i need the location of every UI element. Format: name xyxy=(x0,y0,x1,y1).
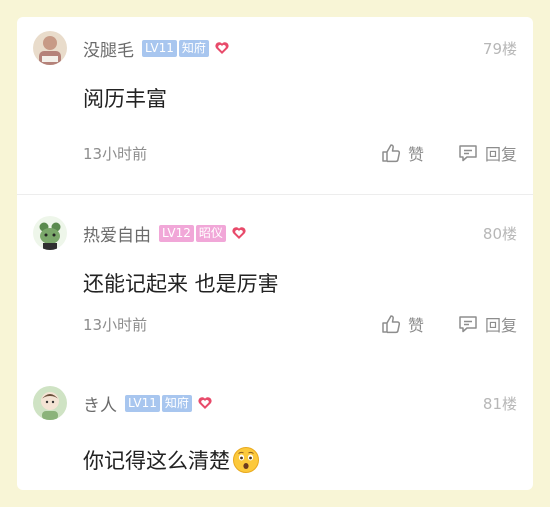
heart-icon xyxy=(232,227,246,239)
username[interactable]: 没腿毛 xyxy=(83,36,134,61)
reply-button[interactable]: 回复 xyxy=(457,141,517,165)
avatar[interactable] xyxy=(33,216,67,250)
user-meta: 没腿毛 LV11 知府 xyxy=(83,36,230,61)
comment-list: 没腿毛 LV11 知府 79楼 阅历丰富 13小时前 赞 回复 热爱自由 LV1… xyxy=(17,17,533,490)
avatar-image xyxy=(33,386,67,420)
astonished-face-icon xyxy=(233,447,259,473)
title-badge: 知府 xyxy=(161,394,192,412)
avatar-image xyxy=(33,31,67,65)
comment-item: 没腿毛 LV11 知府 79楼 阅历丰富 13小时前 赞 回复 xyxy=(17,17,533,194)
reply-comment-icon xyxy=(459,145,477,162)
thumbs-up-icon xyxy=(382,315,401,334)
comment-footer: 13小时前 赞 回复 xyxy=(83,311,517,337)
like-label: 赞 xyxy=(407,145,424,164)
avatar[interactable] xyxy=(33,386,67,420)
comment-item: き人 LV11 知府 81楼 你记得这么清楚 xyxy=(17,365,533,490)
comment-text: 阅历丰富 xyxy=(83,87,167,111)
username[interactable]: 热爱自由 xyxy=(83,221,151,246)
title-badge: 昭仪 xyxy=(195,224,226,242)
level-badge: LV11 xyxy=(125,394,160,412)
floor-number: 80楼 xyxy=(482,225,517,243)
reply-comment-icon xyxy=(459,316,477,333)
thumbs-up-icon xyxy=(382,144,401,163)
level-badge: LV12 xyxy=(159,224,194,242)
comment-text-body: 你记得这么清楚 xyxy=(83,449,230,473)
timestamp: 13小时前 xyxy=(83,144,148,163)
avatar[interactable] xyxy=(33,31,67,65)
heart-icon xyxy=(215,42,229,54)
floor-number: 81楼 xyxy=(482,395,517,413)
floor-number: 79楼 xyxy=(482,40,517,58)
username[interactable]: き人 xyxy=(83,391,117,416)
comment-text: 你记得这么清楚 xyxy=(83,445,260,475)
avatar-image xyxy=(33,216,67,250)
title-badge: 知府 xyxy=(178,39,209,57)
like-label: 赞 xyxy=(407,316,424,335)
comment-item: 热爱自由 LV12 昭仪 80楼 还能记起来 也是厉害 13小时前 赞 回复 xyxy=(17,195,533,365)
like-button[interactable]: 赞 xyxy=(380,312,424,336)
user-meta: き人 LV11 知府 xyxy=(83,391,213,416)
user-meta: 热爱自由 LV12 昭仪 xyxy=(83,221,247,246)
reply-label: 回复 xyxy=(484,145,517,164)
comment-footer: 13小时前 赞 回复 xyxy=(83,140,517,166)
heart-icon xyxy=(198,397,212,409)
comment-text: 还能记起来 也是厉害 xyxy=(83,272,279,296)
reply-label: 回复 xyxy=(484,316,517,335)
level-badge: LV11 xyxy=(142,39,177,57)
timestamp: 13小时前 xyxy=(83,315,148,334)
reply-button[interactable]: 回复 xyxy=(457,312,517,336)
like-button[interactable]: 赞 xyxy=(380,141,424,165)
